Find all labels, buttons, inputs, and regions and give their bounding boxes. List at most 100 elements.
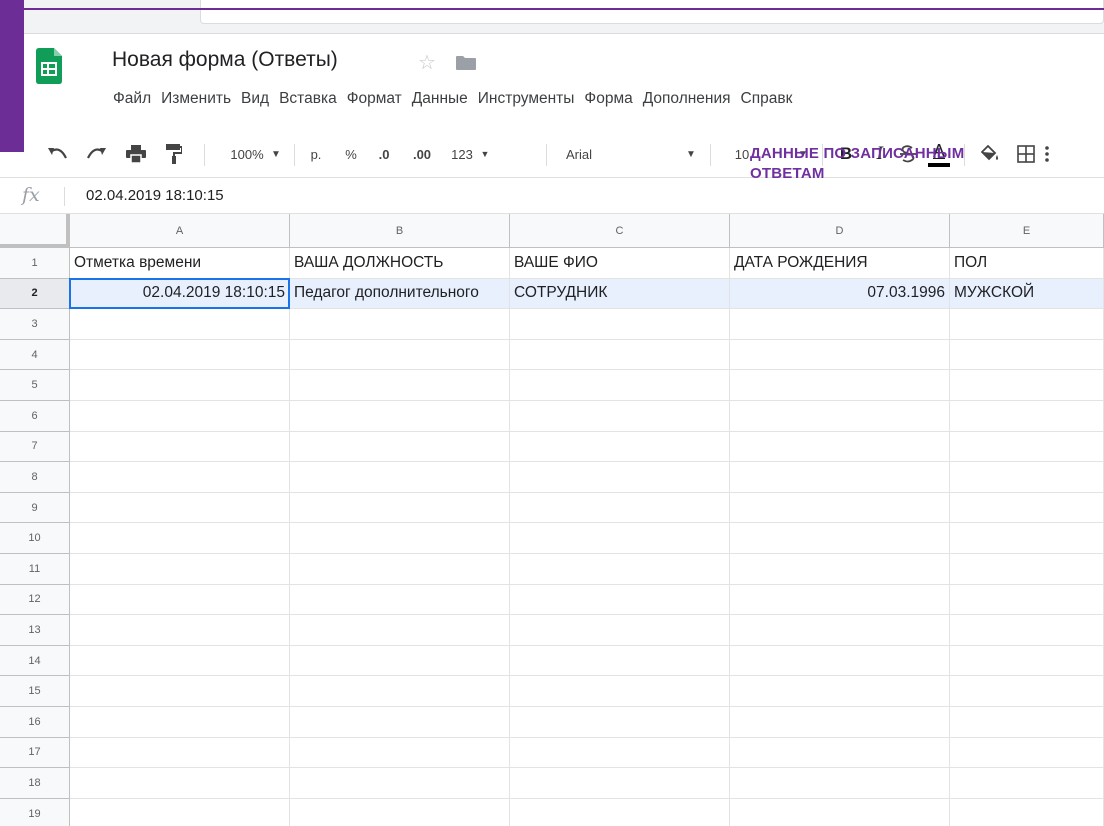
- cell-d8[interactable]: [730, 462, 950, 493]
- cell-e18[interactable]: [950, 768, 1104, 799]
- row-header-6[interactable]: 6: [0, 401, 70, 432]
- menu-form[interactable]: Форма: [579, 90, 637, 108]
- row-header-8[interactable]: 8: [0, 462, 70, 493]
- cell-b2[interactable]: Педагог дополнительного: [290, 278, 510, 310]
- cell-b4[interactable]: [290, 339, 510, 371]
- cell-e4[interactable]: [950, 339, 1104, 371]
- cell-a8[interactable]: [70, 462, 290, 493]
- row-header-5[interactable]: 5: [0, 370, 70, 401]
- cell-b19[interactable]: [290, 798, 510, 826]
- cell-e5[interactable]: [950, 370, 1104, 401]
- cell-a17[interactable]: [70, 737, 290, 769]
- cell-d12[interactable]: [730, 584, 950, 616]
- cell-a9[interactable]: [70, 492, 290, 524]
- cell-b10[interactable]: [290, 523, 510, 554]
- formula-input[interactable]: 02.04.2019 18:10:15: [86, 187, 224, 204]
- row-header-15[interactable]: 15: [0, 676, 70, 707]
- percent-format-button[interactable]: %: [340, 130, 362, 178]
- cell-a14[interactable]: [70, 645, 290, 677]
- cell-b6[interactable]: [290, 401, 510, 432]
- cell-a16[interactable]: [70, 707, 290, 738]
- menu-data[interactable]: Данные: [407, 90, 473, 108]
- cell-e8[interactable]: [950, 462, 1104, 493]
- zoom-select[interactable]: 100%: [226, 130, 268, 178]
- row-header-18[interactable]: 18: [0, 768, 70, 799]
- cell-e2[interactable]: МУЖСКОЙ: [950, 278, 1104, 310]
- cell-b15[interactable]: [290, 676, 510, 707]
- cell-c15[interactable]: [510, 676, 730, 707]
- folder-icon[interactable]: [456, 56, 476, 70]
- cell-d5[interactable]: [730, 370, 950, 401]
- column-header-c[interactable]: C: [510, 214, 730, 248]
- cell-c16[interactable]: [510, 707, 730, 738]
- decimal-decrease-button[interactable]: .0: [370, 130, 398, 178]
- column-header-e[interactable]: E: [950, 214, 1104, 248]
- cell-d2[interactable]: 07.03.1996: [730, 278, 950, 310]
- cell-c7[interactable]: [510, 431, 730, 463]
- cell-c6[interactable]: [510, 401, 730, 432]
- cell-b9[interactable]: [290, 492, 510, 524]
- row-header-13[interactable]: 13: [0, 615, 70, 646]
- row-header-19[interactable]: 19: [0, 798, 70, 826]
- cell-e12[interactable]: [950, 584, 1104, 616]
- cell-e11[interactable]: [950, 554, 1104, 585]
- more-formats-button[interactable]: 123: [446, 130, 478, 178]
- cell-d15[interactable]: [730, 676, 950, 707]
- row-header-17[interactable]: 17: [0, 737, 70, 769]
- cell-b14[interactable]: [290, 645, 510, 677]
- cell-a19[interactable]: [70, 798, 290, 826]
- cell-a13[interactable]: [70, 615, 290, 646]
- decimal-increase-button[interactable]: .00: [404, 130, 440, 178]
- cell-d10[interactable]: [730, 523, 950, 554]
- cell-a1[interactable]: Отметка времени: [70, 248, 290, 279]
- cell-d13[interactable]: [730, 615, 950, 646]
- cell-d3[interactable]: [730, 309, 950, 340]
- menu-addons[interactable]: Дополнения: [638, 90, 736, 108]
- cell-c12[interactable]: [510, 584, 730, 616]
- cell-c13[interactable]: [510, 615, 730, 646]
- cell-b8[interactable]: [290, 462, 510, 493]
- cell-c9[interactable]: [510, 492, 730, 524]
- zoom-dropdown-icon[interactable]: ▼: [268, 130, 284, 178]
- cell-c2[interactable]: СОТРУДНИК: [510, 278, 730, 310]
- cell-a6[interactable]: [70, 401, 290, 432]
- row-header-7[interactable]: 7: [0, 431, 70, 463]
- cell-b13[interactable]: [290, 615, 510, 646]
- cell-d9[interactable]: [730, 492, 950, 524]
- currency-format-button[interactable]: р.: [302, 130, 330, 178]
- cell-b12[interactable]: [290, 584, 510, 616]
- cell-e3[interactable]: [950, 309, 1104, 340]
- row-header-16[interactable]: 16: [0, 707, 70, 738]
- cell-e15[interactable]: [950, 676, 1104, 707]
- cell-c8[interactable]: [510, 462, 730, 493]
- cell-e1[interactable]: ПОЛ: [950, 248, 1104, 279]
- cell-c11[interactable]: [510, 554, 730, 585]
- cell-b3[interactable]: [290, 309, 510, 340]
- sheets-logo-icon[interactable]: [36, 48, 62, 84]
- redo-icon[interactable]: [82, 130, 110, 178]
- cell-d6[interactable]: [730, 401, 950, 432]
- cell-e17[interactable]: [950, 737, 1104, 769]
- cell-c19[interactable]: [510, 798, 730, 826]
- cell-d16[interactable]: [730, 707, 950, 738]
- cell-c1[interactable]: ВАШЕ ФИО: [510, 248, 730, 279]
- cell-b17[interactable]: [290, 737, 510, 769]
- cell-e6[interactable]: [950, 401, 1104, 432]
- cell-c4[interactable]: [510, 339, 730, 371]
- column-header-d[interactable]: D: [730, 214, 950, 248]
- column-header-a[interactable]: A: [70, 214, 290, 248]
- menu-tools[interactable]: Инструменты: [473, 90, 580, 108]
- cell-a7[interactable]: [70, 431, 290, 463]
- cell-e16[interactable]: [950, 707, 1104, 738]
- cell-d18[interactable]: [730, 768, 950, 799]
- cell-a5[interactable]: [70, 370, 290, 401]
- cell-e19[interactable]: [950, 798, 1104, 826]
- cell-d17[interactable]: [730, 737, 950, 769]
- cell-c17[interactable]: [510, 737, 730, 769]
- cell-d1[interactable]: ДАТА РОЖДЕНИЯ: [730, 248, 950, 279]
- row-header-10[interactable]: 10: [0, 523, 70, 554]
- cell-d4[interactable]: [730, 339, 950, 371]
- cell-c3[interactable]: [510, 309, 730, 340]
- menu-edit[interactable]: Изменить: [156, 90, 236, 108]
- cell-b18[interactable]: [290, 768, 510, 799]
